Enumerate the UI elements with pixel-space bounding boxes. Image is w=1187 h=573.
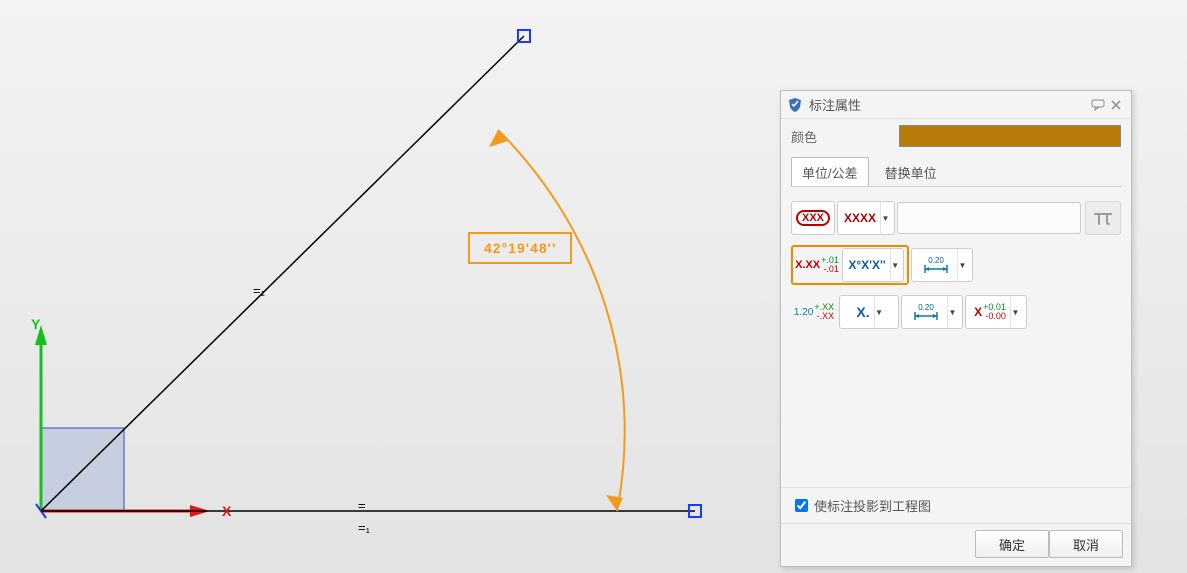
constraint-equal-horiz-top[interactable]: = [358,498,366,513]
dms-format-dropdown[interactable]: X°X'X'' ▼ [842,248,904,282]
ok-button[interactable]: 确定 [975,530,1049,558]
decimal-format-dropdown[interactable]: X. ▼ [839,295,899,329]
svg-text:0.20: 0.20 [928,256,944,265]
tolerance-format-button-2[interactable]: 1.20 +.XX -.XX [791,295,837,329]
line-diagonal[interactable] [41,36,524,511]
tabs-row: 单位/公差 替换单位 [781,153,1131,186]
color-row: 颜色 [781,119,1131,153]
spacer [791,339,1121,479]
shield-icon [787,97,803,113]
color-label: 颜色 [791,127,899,146]
constraint-equal-diag[interactable]: =₁ [253,283,265,298]
rounding-button[interactable]: XXX [791,201,835,235]
bubble-icon[interactable] [1089,98,1107,112]
arc-arrow-bottom [606,495,623,511]
tab-units-tolerance[interactable]: 单位/公差 [791,157,869,186]
tab-alt-units[interactable]: 替换单位 [875,158,947,186]
tolerance-format-button[interactable]: X.XX +.01 -.01 [794,248,840,282]
project-to-drawing-checkbox[interactable] [795,499,808,512]
dimension-properties-panel: 标注属性 颜色 单位/公差 替换单位 XXX XXXX ▼ [780,90,1132,567]
dms-value: X°X'X'' [848,258,885,272]
limits-dropdown[interactable]: X +0.01 -0.00 ▼ [965,295,1027,329]
chevron-down-icon: ▼ [890,249,898,281]
y-axis-label: Y [31,316,40,332]
arc-arrow-top [489,130,508,147]
angle-arc[interactable] [498,130,625,511]
cancel-button[interactable]: 取消 [1049,530,1123,558]
tol-xx-bot: -.01 [823,265,839,274]
tab-underline [791,186,1121,187]
rounding-icon: XXX [796,210,830,226]
chevron-down-icon: ▼ [880,202,888,234]
tol-120-mid: 1.20 [794,307,813,318]
panel-title: 标注属性 [809,95,861,114]
control-row-1: XXX XXXX ▼ [791,201,1121,235]
panel-titlebar[interactable]: 标注属性 [781,91,1131,119]
precision-dropdown[interactable]: XXXX ▼ [837,201,895,235]
close-icon[interactable] [1107,98,1125,112]
angle-dimension-label[interactable]: 42°19'48'' [468,232,572,264]
gap-dropdown-1[interactable]: 0.20 ▼ [911,248,973,282]
controls-area: XXX XXXX ▼ X.XX +.01 -.01 [781,195,1131,487]
button-row: 确定 取消 [781,523,1131,566]
x-axis-label: X [222,503,231,519]
control-row-2: X.XX +.01 -.01 X°X'X'' ▼ 0.20 [791,245,1121,285]
lim-bot: -0.00 [985,312,1006,321]
chevron-down-icon: ▼ [874,296,882,328]
color-swatch[interactable] [899,125,1121,147]
tol-120-bot: -.XX [817,312,835,321]
lim-x: X [974,305,982,319]
chevron-down-icon: ▼ [1010,296,1018,328]
tol-xx-mid: X.XX [795,259,820,271]
constraint-equal-horiz-bot[interactable]: =₁ [358,520,370,535]
project-to-drawing-row: 使标注投影到工程图 [781,487,1131,523]
control-row-3: 1.20 +.XX -.XX X. ▼ 0.20 [791,295,1121,329]
dim-gap-icon: 0.20 [909,302,943,322]
precision-value: XXXX [844,211,876,225]
dim-gap-icon: 0.20 [919,255,953,275]
override-text-input[interactable] [897,202,1081,234]
sketch-canvas[interactable]: Y X =₁ = =₁ 42°19'48'' [0,0,780,573]
svg-text:0.20: 0.20 [918,303,934,312]
project-to-drawing-label: 使标注投影到工程图 [814,496,931,515]
highlight-group: X.XX +.01 -.01 X°X'X'' ▼ [791,245,909,285]
pi-button[interactable] [1085,201,1121,235]
gap-dropdown-2[interactable]: 0.20 ▼ [901,295,963,329]
chevron-down-icon: ▼ [957,249,965,281]
sketch-svg [0,0,780,573]
chevron-down-icon: ▼ [947,296,955,328]
xdot-value: X. [856,304,869,320]
